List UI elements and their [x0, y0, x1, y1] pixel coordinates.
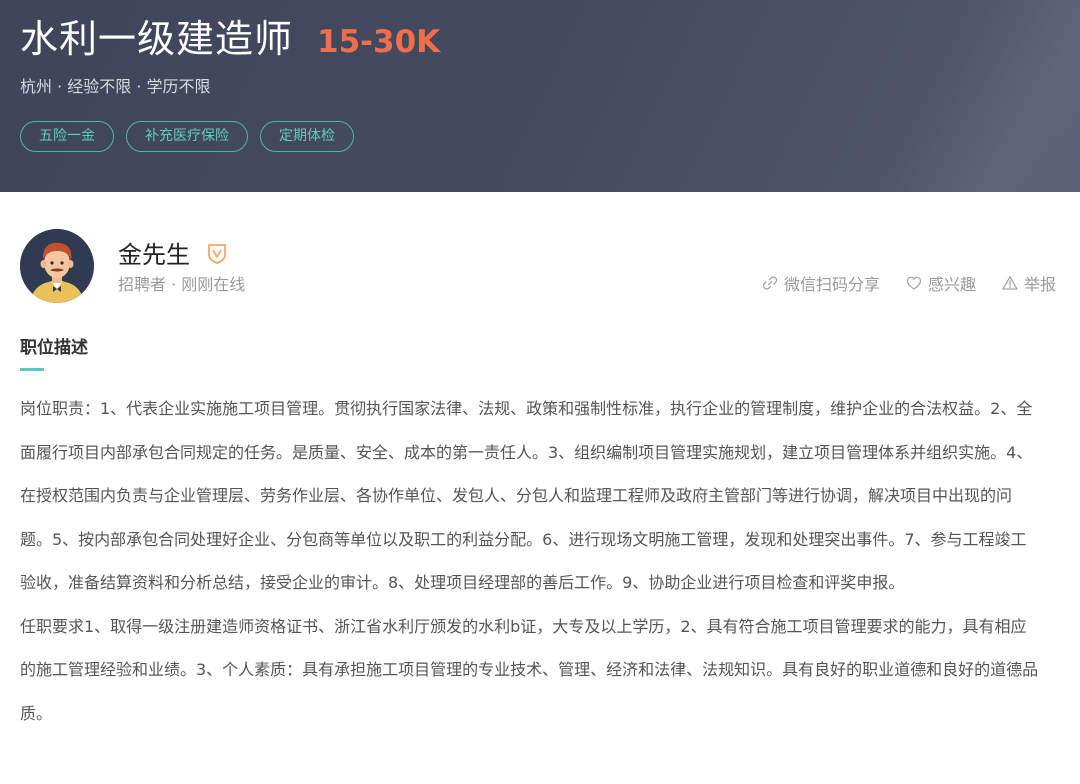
interest-button[interactable]: 感兴趣 [906, 271, 976, 295]
benefit-tag: 五险一金 [20, 121, 114, 152]
share-label: 微信扫码分享 [783, 275, 880, 294]
job-meta: 杭州 · 经验不限 · 学历不限 [20, 77, 211, 96]
warning-icon [1002, 276, 1018, 290]
share-wechat-button[interactable]: 微信扫码分享 [762, 271, 880, 295]
avatar-illustration-icon [20, 229, 94, 303]
verified-badge-icon [208, 243, 226, 264]
title-row: 水利一级建造师 15-30K [20, 8, 440, 63]
section-accent-bar [20, 368, 44, 371]
report-label: 举报 [1023, 275, 1056, 294]
avatar[interactable] [20, 229, 94, 303]
recruiter-card: 金先生 招聘者 · 刚刚在线 微信扫码分享 感兴趣 举报 [20, 229, 1060, 303]
recruiter-status: 招聘者 · 刚刚在线 [118, 275, 246, 294]
report-button[interactable]: 举报 [1002, 271, 1056, 295]
job-title: 水利一级建造师 [20, 17, 294, 61]
job-header: 水利一级建造师 15-30K 杭州 · 经验不限 · 学历不限 五险一金 补充医… [0, 0, 1080, 192]
recruiter-actions: 微信扫码分享 感兴趣 举报 [762, 271, 1056, 295]
link-icon [762, 276, 778, 290]
interest-label: 感兴趣 [927, 275, 976, 294]
job-description: 岗位职责：1、代表企业实施施工项目管理。贯彻执行国家法律、法规、政策和强制性标准… [20, 399, 1039, 723]
benefit-tag: 定期体检 [260, 121, 354, 152]
recruiter-name-row: 金先生 [118, 235, 228, 270]
salary: 15-30K [317, 24, 441, 60]
section-title: 职位描述 [20, 338, 88, 358]
heart-icon [906, 276, 922, 290]
recruiter-name: 金先生 [118, 241, 190, 269]
benefit-tags: 五险一金 补充医疗保险 定期体检 [20, 121, 354, 152]
benefit-tag: 补充医疗保险 [126, 121, 248, 152]
